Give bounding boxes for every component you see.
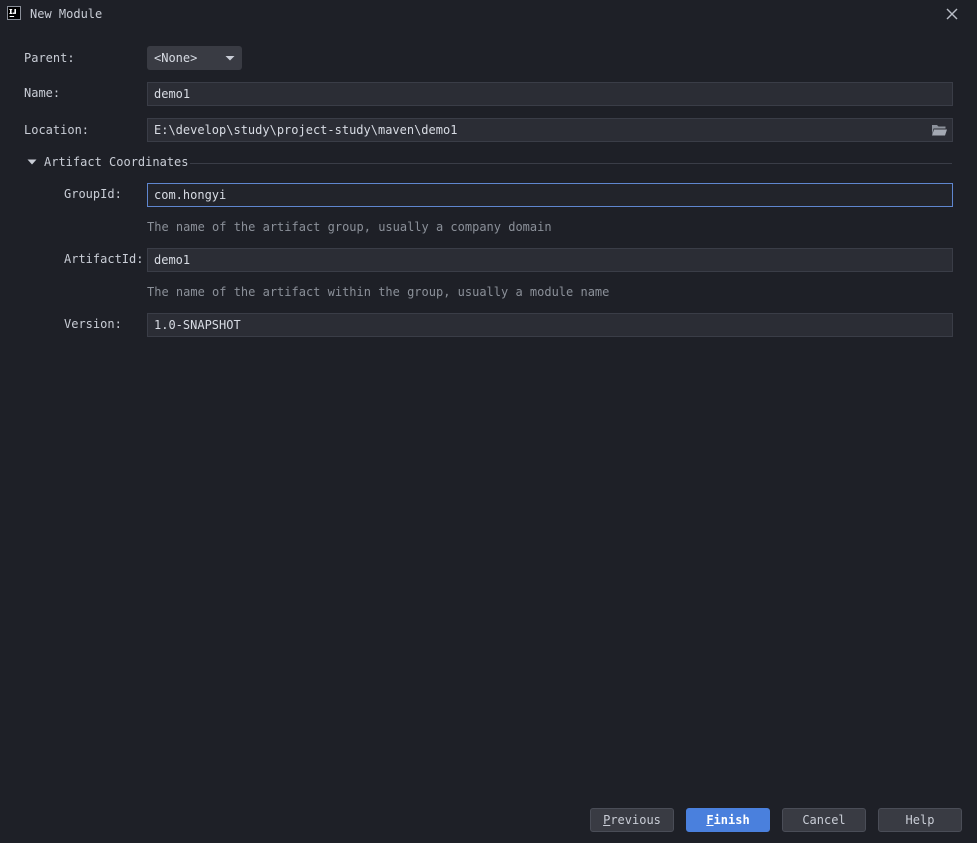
group-id-input[interactable]: com.hongyi <box>147 183 953 207</box>
parent-dropdown[interactable]: <None> <box>147 46 242 70</box>
section-divider <box>190 163 952 164</box>
finish-label: inish <box>713 813 750 827</box>
help-button[interactable]: Help <box>878 808 962 832</box>
intellij-idea-icon <box>7 6 21 20</box>
version-label: Version: <box>64 317 122 331</box>
triangle-down-icon[interactable] <box>26 155 38 169</box>
previous-button[interactable]: Previous <box>590 808 674 832</box>
group-id-hint: The name of the artifact group, usually … <box>147 220 552 234</box>
group-id-label: GroupId: <box>64 187 122 201</box>
window-title: New Module <box>30 7 103 21</box>
title-bar: New Module <box>0 0 977 30</box>
artifact-id-label: ArtifactId: <box>64 252 144 266</box>
name-label: Name: <box>24 86 61 100</box>
artifact-id-input[interactable]: demo1 <box>147 248 953 272</box>
close-button[interactable] <box>943 5 961 23</box>
version-input[interactable]: 1.0-SNAPSHOT <box>147 313 953 337</box>
location-input[interactable]: E:\develop\study\project-study\maven\dem… <box>147 118 953 142</box>
parent-dropdown-value: <None> <box>154 51 198 65</box>
parent-label: Parent: <box>24 51 75 65</box>
close-icon[interactable] <box>943 5 961 23</box>
name-input[interactable]: demo1 <box>147 82 953 106</box>
artifact-id-hint: The name of the artifact within the grou… <box>147 285 610 299</box>
previous-label: revious <box>610 813 661 827</box>
chevron-down-icon <box>225 56 235 61</box>
folder-icon[interactable] <box>930 122 948 138</box>
artifact-section-title[interactable]: Artifact Coordinates <box>44 155 189 169</box>
finish-mnemonic: F <box>706 813 714 827</box>
cancel-button[interactable]: Cancel <box>782 808 866 832</box>
finish-button[interactable]: Finish <box>686 808 770 832</box>
location-label: Location: <box>24 123 90 137</box>
